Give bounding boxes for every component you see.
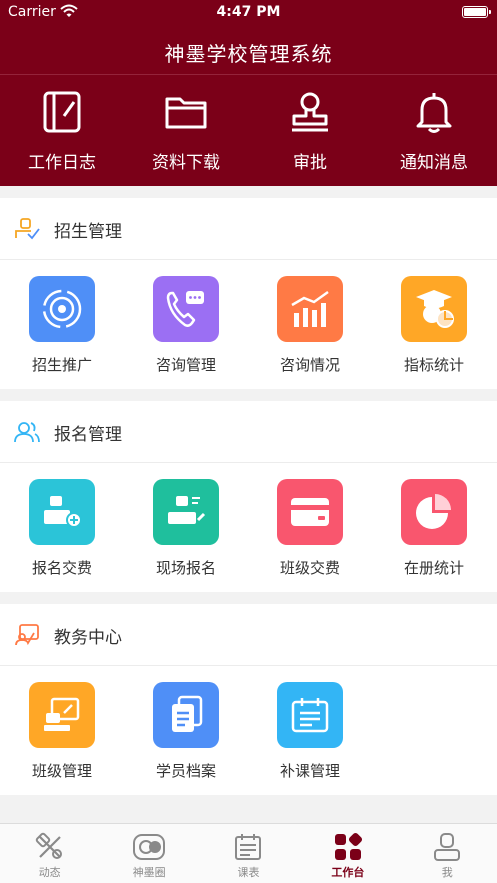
quick-label: 资料下载	[152, 153, 220, 173]
tile-enrolled-stats[interactable]: 在册统计	[372, 479, 496, 578]
tile-class-pay[interactable]: 班级交费	[248, 479, 372, 578]
onsite-icon	[153, 479, 219, 545]
feed-icon	[35, 832, 62, 859]
circle-icon	[133, 834, 166, 860]
workbench-icon	[334, 832, 362, 860]
folder-icon	[165, 97, 207, 129]
quick-label: 通知消息	[400, 153, 468, 173]
tab-schedule[interactable]: 课表	[199, 824, 298, 883]
card-icon	[277, 479, 343, 545]
app-header: 神墨学校管理系统 工作日志 资料下载 审批 通知消息	[0, 24, 497, 186]
tab-label: 神墨圈	[132, 866, 166, 879]
tab-label: 动态	[38, 866, 61, 879]
quick-work-log[interactable]: 工作日志	[0, 90, 124, 180]
tile-index-stats[interactable]: 指标统计	[372, 276, 496, 375]
tile-label: 补课管理	[279, 762, 340, 780]
tab-bar: 动态 神墨圈 课表 工作台 我	[0, 823, 497, 883]
tab-feed[interactable]: 动态	[0, 824, 99, 883]
section-header: 教务中心	[0, 604, 497, 666]
tile-class-management[interactable]: 班级管理	[0, 682, 124, 781]
bell-icon	[416, 93, 452, 133]
quick-downloads[interactable]: 资料下载	[124, 90, 248, 180]
pie-chart-icon	[401, 479, 467, 545]
bar-chart-icon	[277, 276, 343, 342]
users-icon	[14, 422, 40, 443]
tab-workbench[interactable]: 工作台	[298, 824, 397, 883]
register-pay-icon	[29, 479, 95, 545]
section-registration: 报名管理 报名交费 现场报名 班级交费 在册统计	[0, 401, 497, 592]
broadcast-icon	[29, 276, 95, 342]
tab-label: 课表	[237, 866, 260, 879]
tile-label: 班级管理	[31, 762, 92, 780]
calendar-icon	[277, 682, 343, 748]
schedule-icon	[235, 834, 262, 860]
classroom-icon	[29, 682, 95, 748]
profile-icon	[434, 833, 461, 861]
tile-label: 指标统计	[403, 356, 464, 374]
tile-register-pay[interactable]: 报名交费	[0, 479, 124, 578]
tab-circle[interactable]: 神墨圈	[99, 824, 198, 883]
battery-icon	[462, 6, 491, 18]
tab-label: 我	[441, 866, 453, 879]
page-title: 神墨学校管理系统	[164, 42, 333, 66]
tile-label: 报名交费	[31, 559, 92, 577]
section-teaching-center: 教务中心 班级管理 学员档案 补课管理	[0, 604, 497, 795]
tile-consult-status[interactable]: 咨询情况	[248, 276, 372, 375]
tile-enrollment-promotion[interactable]: 招生推广	[0, 276, 124, 375]
tile-label: 咨询管理	[155, 356, 216, 374]
tile-label: 现场报名	[155, 559, 216, 577]
files-icon	[153, 682, 219, 748]
tile-label: 咨询情况	[279, 356, 340, 374]
section-enrollment: 招生管理 招生推广 咨询管理 咨询情况 指标统计	[0, 198, 497, 389]
tile-label: 班级交费	[279, 559, 340, 577]
stamp-icon	[292, 92, 328, 132]
tile-label: 招生推广	[31, 356, 92, 374]
phone-chat-icon	[153, 276, 219, 342]
tile-student-files[interactable]: 学员档案	[124, 682, 248, 781]
tile-consult-management[interactable]: 咨询管理	[124, 276, 248, 375]
tile-onsite-register[interactable]: 现场报名	[124, 479, 248, 578]
quick-notifications[interactable]: 通知消息	[372, 90, 496, 180]
quick-approval[interactable]: 审批	[248, 90, 372, 180]
notebook-icon	[43, 91, 81, 133]
section-title: 教务中心	[54, 628, 122, 648]
teaching-icon	[15, 624, 39, 646]
tab-profile[interactable]: 我	[398, 824, 497, 883]
clock: 4:47 PM	[216, 4, 281, 20]
enrollment-icon	[15, 218, 40, 240]
graduate-icon	[401, 276, 467, 342]
tile-label: 学员档案	[155, 762, 216, 780]
section-title: 招生管理	[54, 222, 122, 242]
section-header: 报名管理	[0, 401, 497, 463]
section-header: 招生管理	[0, 198, 497, 260]
quick-label: 工作日志	[28, 153, 96, 173]
tile-label: 在册统计	[403, 559, 464, 577]
tile-makeup-class[interactable]: 补课管理	[248, 682, 372, 781]
status-bar: Carrier 4:47 PM	[0, 0, 497, 24]
section-title: 报名管理	[54, 425, 122, 445]
quick-label: 审批	[293, 153, 327, 173]
header-divider	[0, 74, 497, 75]
tab-label: 工作台	[331, 866, 365, 879]
